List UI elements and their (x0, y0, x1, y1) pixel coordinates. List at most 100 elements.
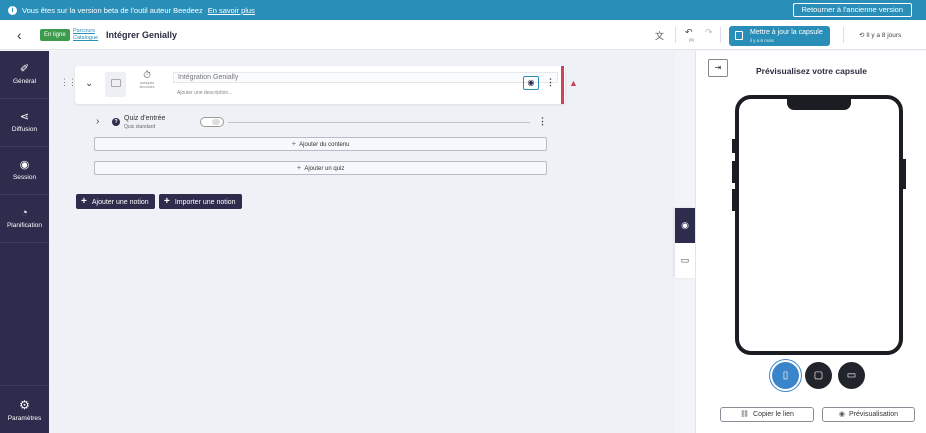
preview-button[interactable]: ◉ Prévisualisation (822, 407, 915, 422)
phone-device-button[interactable]: ▯ (772, 362, 799, 389)
breadcrumb[interactable]: Parcours Catalogue (73, 28, 98, 42)
visibility-toggle-button[interactable]: ◉ (523, 76, 539, 90)
add-content-label: Ajouter du contenu (299, 142, 350, 148)
eye-icon: ◉ (681, 220, 689, 230)
error-indicator-bar (561, 66, 564, 104)
old-version-button[interactable]: Retourner à l'ancienne version (792, 3, 912, 17)
more-options-icon[interactable]: ⋮ (546, 77, 555, 88)
comment-icon: ▭ (680, 255, 690, 265)
phone-button (732, 161, 735, 183)
history-icon: ⟲ (859, 32, 865, 39)
learn-more-link[interactable]: En savoir plus (208, 6, 255, 15)
sidebar-item-parametres[interactable]: ⚙ Paramètres (0, 385, 49, 433)
sidebar-item-diffusion[interactable]: ⋖ Diffusion (0, 99, 49, 147)
quiz-toggle[interactable] (200, 117, 224, 127)
warning-icon: ▲ (569, 78, 578, 88)
sidebar-item-label: Général (12, 78, 37, 85)
divider (228, 122, 530, 123)
quiz-icon: ? (112, 118, 120, 126)
tab-comments[interactable]: ▭ (675, 243, 695, 278)
divider (675, 27, 676, 43)
notion-description-input[interactable]: Ajouter une description... (177, 90, 232, 96)
desktop-device-button[interactable]: ▭ (838, 362, 865, 389)
import-notion-button[interactable]: + Importer une notion (159, 194, 242, 209)
save-icon (735, 31, 743, 40)
sidebar-item-general[interactable]: ✐ Général (0, 51, 49, 99)
divider (843, 27, 844, 43)
main-editor: ⋮⋮ ⌄ ⏱ quelques secondes Intégration Gen… (49, 51, 675, 433)
clock-icon: ◔ (21, 207, 28, 219)
tablet-icon: ▢ (813, 370, 824, 381)
duration-label: quelques secondes (139, 81, 155, 89)
notion-card: ⌄ ⏱ quelques secondes Intégration Genial… (75, 66, 565, 104)
drag-handle-icon[interactable]: ⋮⋮ (60, 77, 77, 88)
sidebar: ✐ Général ⋖ Diffusion ◉ Session ◔ Planif… (0, 51, 49, 433)
device-selector: ▯ ▢ ▭ (772, 362, 866, 390)
banner-message: Vous êtes sur la version beta de l'outil… (22, 5, 203, 15)
image-placeholder-icon[interactable] (105, 72, 126, 97)
redo-icon[interactable]: ↷ (705, 27, 713, 38)
sidebar-item-label: Diffusion (11, 126, 38, 133)
breadcrumb-catalogue[interactable]: Catalogue (73, 35, 98, 42)
panel-tabs: ◉ ▭ (675, 208, 695, 278)
add-quiz-button[interactable]: + Ajouter un quiz (94, 161, 547, 175)
phone-button (903, 159, 906, 189)
info-icon: i (8, 5, 17, 15)
beta-banner: i Vous êtes sur la version beta de l'out… (0, 0, 926, 20)
phone-button (732, 139, 735, 153)
phone-icon: ▯ (782, 370, 789, 381)
import-notion-label: Importer une notion (174, 199, 236, 206)
session-icon: ◉ (19, 159, 30, 171)
sidebar-item-label: Session (12, 174, 37, 181)
translate-icon[interactable]: 文 (655, 29, 667, 41)
back-icon[interactable]: ‹ (17, 28, 22, 42)
more-options-icon[interactable]: ⋮ (538, 116, 547, 127)
desktop-icon: ▭ (846, 370, 857, 381)
copy-link-button[interactable]: ⛓ Copier le lien (720, 407, 814, 422)
sidebar-item-planification[interactable]: ◔ Planification (0, 195, 49, 243)
capsule-title: Intégrer Genially (106, 30, 178, 40)
plus-icon: + (81, 196, 87, 207)
eye-icon: ◉ (838, 411, 846, 418)
duration-indicator: ⏱ quelques secondes (132, 70, 162, 89)
add-notion-button[interactable]: + Ajouter une notion (76, 194, 155, 209)
quiz-subtitle: Quiz standard (124, 124, 156, 130)
undo-count: (5) (689, 37, 694, 42)
time-ago-text: Il y a 8 jours (866, 32, 902, 39)
add-quiz-label: Ajouter un quiz (304, 166, 345, 172)
preview-button-label: Prévisualisation (849, 411, 899, 418)
link-icon: ⛓ (740, 411, 750, 418)
last-saved-time: ⟲ Il y a 8 jours (859, 31, 901, 39)
phone-button (732, 189, 735, 211)
tablet-device-button[interactable]: ▢ (805, 362, 832, 389)
tab-preview[interactable]: ◉ (675, 208, 695, 243)
phone-mockup (732, 95, 906, 355)
update-button-subtitle: il y a 6 mois (750, 38, 774, 43)
sidebar-item-session[interactable]: ◉ Session (0, 147, 49, 195)
update-capsule-button[interactable]: Mettre à jour la capsule il y a 6 mois (729, 26, 830, 46)
sidebar-item-label: Paramètres (7, 415, 42, 422)
eye-icon: ◉ (527, 78, 535, 87)
gear-icon: ⚙ (19, 398, 30, 412)
timer-icon: ⏱ (143, 70, 151, 81)
copy-link-label: Copier le lien (753, 411, 794, 418)
preview-panel: ⇥ Prévisualisez votre capsule ▯ ▢ ▭ ⛓ Cop… (695, 51, 926, 433)
update-button-label: Mettre à jour la capsule (750, 29, 823, 36)
divider (720, 27, 721, 43)
sidebar-item-label: Planification (6, 222, 43, 229)
share-icon: ⋖ (19, 111, 30, 123)
quiz-row[interactable]: › ? Quiz d'entrée Quiz standard ⋮ (94, 114, 549, 130)
preview-title: Prévisualisez votre capsule (755, 66, 868, 76)
notion-title-input[interactable]: Intégration Genially (173, 72, 558, 83)
add-content-button[interactable]: + Ajouter du contenu (94, 137, 547, 151)
plus-icon: + (296, 163, 302, 172)
plus-icon: + (291, 139, 297, 148)
chevron-right-icon[interactable]: › (96, 116, 99, 127)
pen-icon: ✐ (19, 63, 30, 75)
quiz-title: Quiz d'entrée (124, 115, 166, 122)
breadcrumb-parcours[interactable]: Parcours (73, 28, 98, 35)
chevron-down-icon[interactable]: ⌄ (85, 78, 93, 89)
status-badge: En ligne (40, 29, 70, 41)
add-notion-label: Ajouter une notion (91, 199, 149, 206)
phone-notch (787, 98, 851, 110)
